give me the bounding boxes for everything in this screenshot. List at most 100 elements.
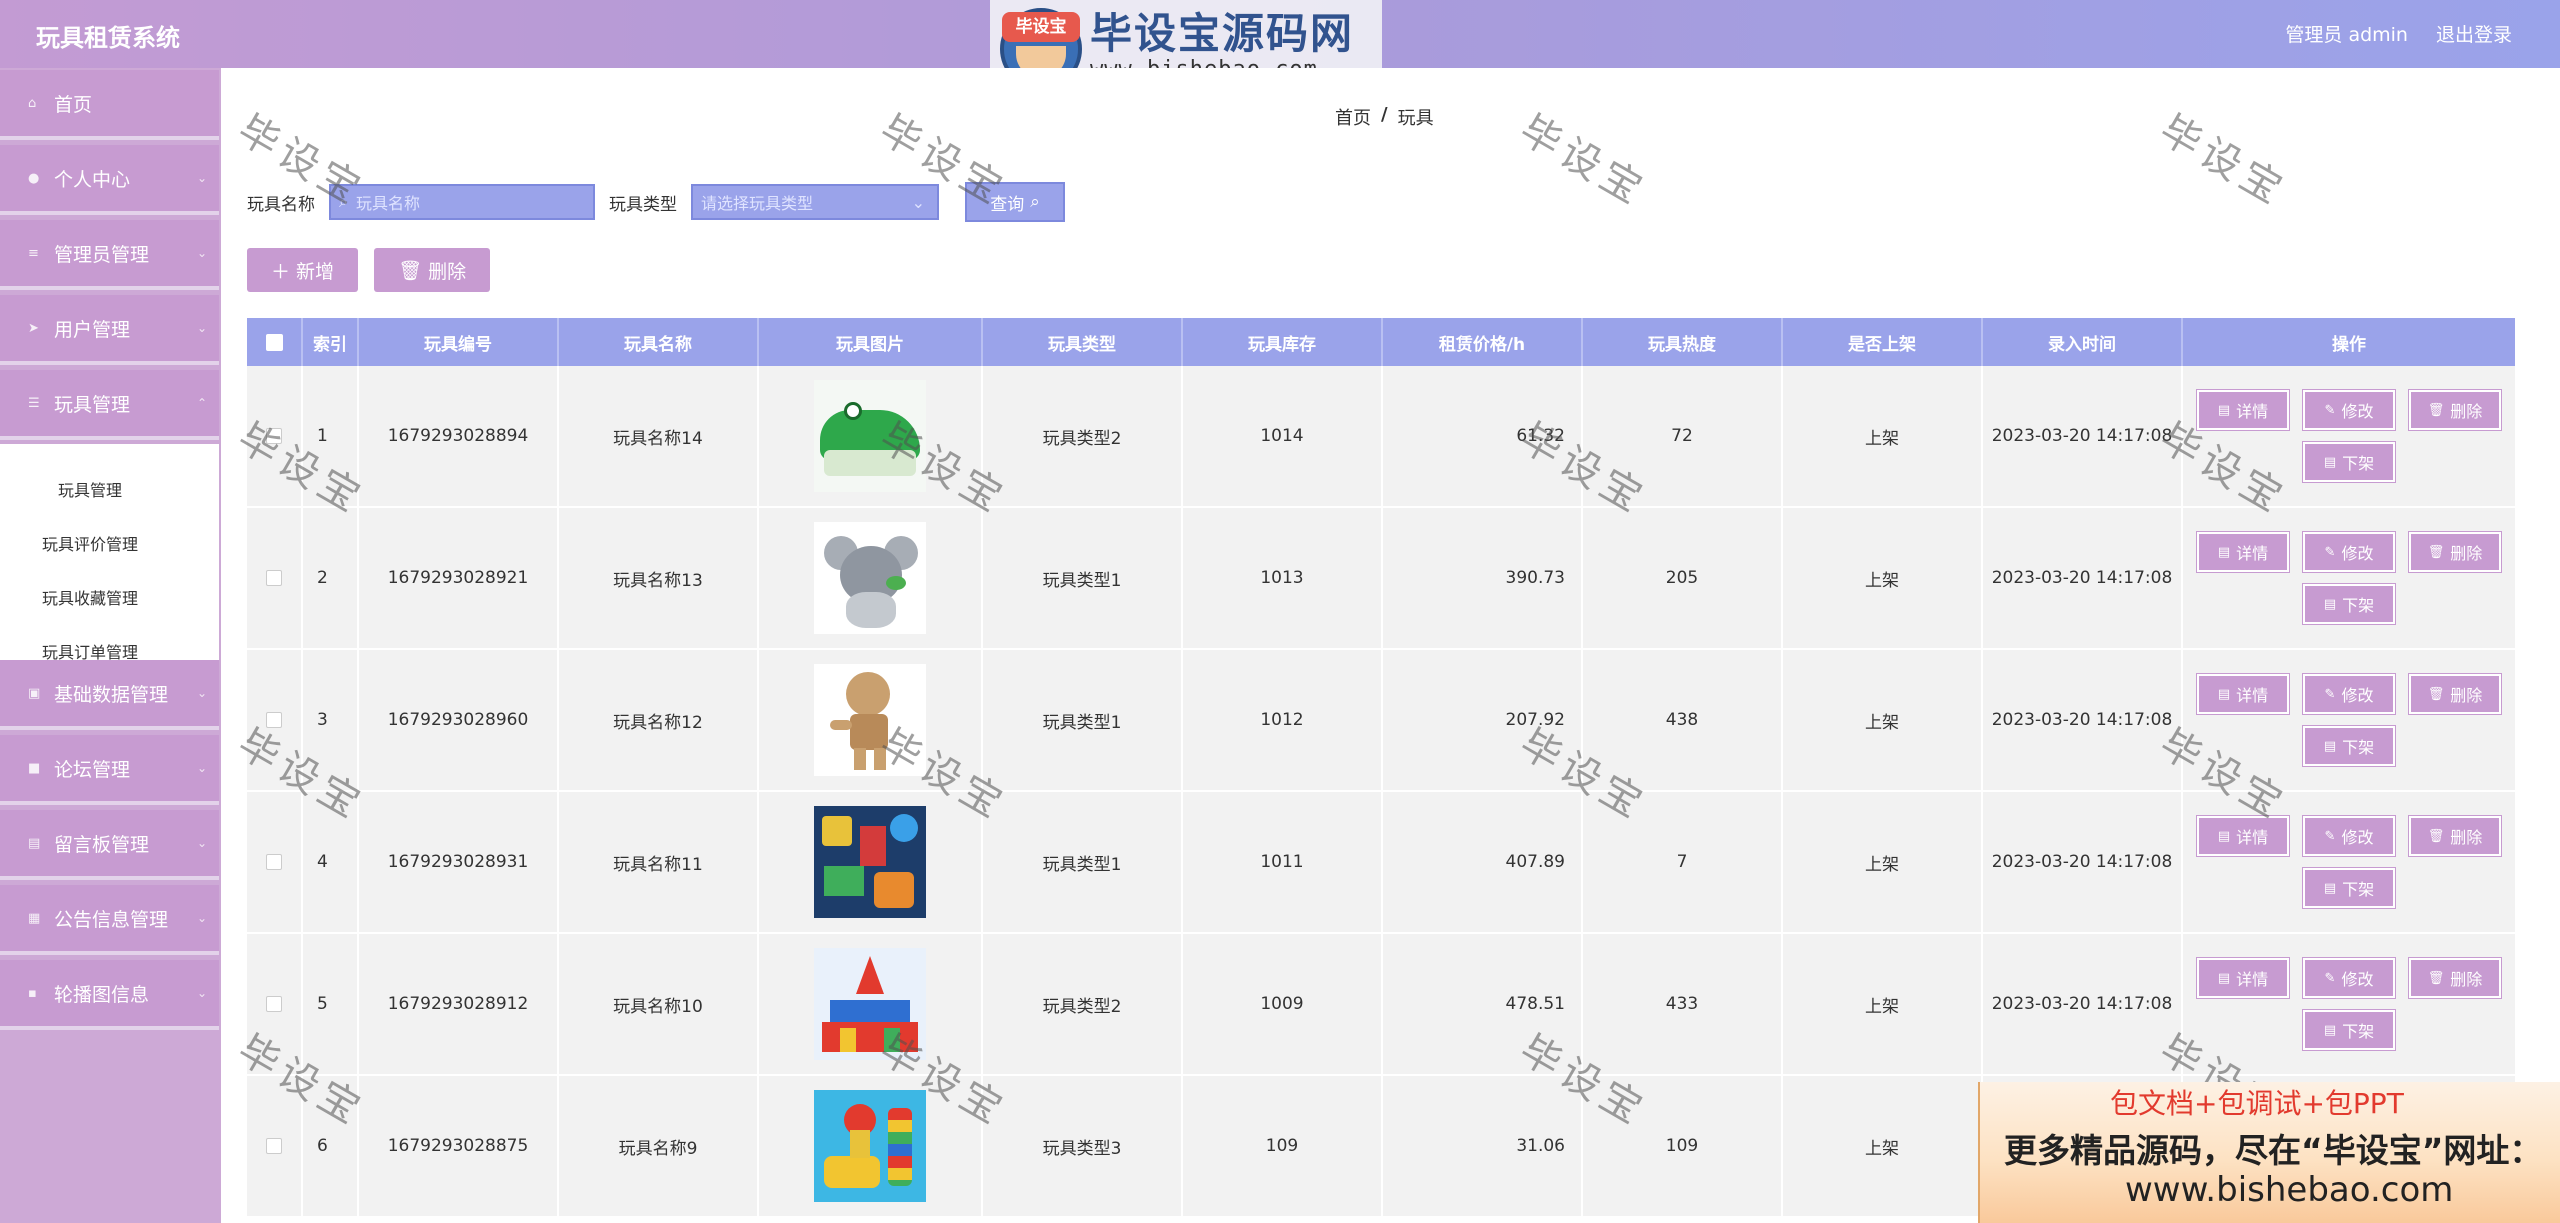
row-checkbox[interactable] [266,712,282,728]
sidebar-item-label: 留言板管理 [54,833,150,856]
doc-icon: ▤ [2323,1022,2337,1038]
toy-stock: 109 [1183,1076,1383,1216]
edit-button[interactable]: ✎ 修改 [2302,673,2396,715]
sidebar-item-messages[interactable]: ▤ 留言板管理 ⌄ [0,810,219,880]
breadcrumb-home[interactable]: 首页 [1335,104,1371,130]
sidebar-item-carousel[interactable]: ▪ 轮播图信息 ⌄ [0,960,219,1030]
toy-stock: 1011 [1183,792,1383,932]
toy-code: 1679293028921 [359,508,559,648]
row-actions: ▤ 详情 ✎ 修改 🗑 删除 ▤ 下架 [2183,934,2515,1074]
toy-name-input[interactable]: ⌕ 玩具名称 [329,184,595,220]
table-row: 4 1679293028931 玩具名称11 玩具类型1 1011 407.89 7 上架 20… [247,792,2515,934]
sidebar: ⌂ 首页 ● 个人中心 ⌄ ≡ 管理员管理 ⌄ ➤ 用户管理 ⌄ ☰ 玩具管理 … [0,68,221,1223]
detail-button-label: 详情 [2236,686,2269,705]
toy-image-toy-pile[interactable] [814,806,926,918]
edit-button-label: 修改 [2341,544,2374,563]
entry-time: 2023-03-20 14:17:08 [1983,508,2183,648]
toy-type: 玩具类型1 [983,508,1183,648]
edit-button[interactable]: ✎ 修改 [2302,389,2396,431]
sidebar-item-personal[interactable]: ● 个人中心 ⌄ [0,145,219,215]
detail-button[interactable]: ▤ 详情 [2196,389,2290,431]
row-checkbox[interactable] [266,854,282,870]
toy-image-cell [759,650,983,790]
row-index: 1 [303,366,359,506]
delete-icon: ▣ [28,685,41,701]
toy-code: 1679293028894 [359,366,559,506]
table-row: 5 1679293028912 玩具名称10 玩具类型2 1009 478.51 433 上架… [247,934,2515,1076]
submenu-item-favorites[interactable]: 玩具收藏管理 [0,572,219,622]
toy-type-select[interactable]: 请选择玩具类型 ⌄ [691,184,939,220]
column-header: 录入时间 [1983,318,2183,366]
offshelf-button[interactable]: ▤ 下架 [2302,441,2396,483]
promo-line-3: www.bishebao.com [2125,1170,2454,1210]
logout-link[interactable]: 退出登录 [2436,20,2512,47]
row-checkbox[interactable] [266,1138,282,1154]
sidebar-item-label: 公告信息管理 [54,908,169,931]
sidebar-item-basic-data[interactable]: ▣ 基础数据管理 ⌄ [0,660,219,730]
search-icon: ⌕ [1030,192,1040,212]
sidebar-item-label: 论坛管理 [54,758,131,781]
chevron-down-icon: ⌄ [196,986,207,1000]
add-button[interactable]: ＋ 新增 [247,248,359,292]
edit-button-label: 修改 [2341,970,2374,989]
submenu-item-reviews[interactable]: 玩具评价管理 [0,518,219,568]
row-select-cell [247,366,303,506]
toy-image-wooden-doll[interactable] [814,664,926,776]
toy-type: 玩具类型1 [983,792,1183,932]
sidebar-item-toys[interactable]: ☰ 玩具管理 ⌃ [0,370,219,440]
delete-button[interactable]: 🗑 删除 [2408,531,2502,573]
toy-image-crocodile[interactable] [814,380,926,492]
offshelf-button[interactable]: ▤ 下架 [2302,1009,2396,1051]
offshelf-button[interactable]: ▤ 下架 [2302,583,2396,625]
offshelf-button[interactable]: ▤ 下架 [2302,867,2396,909]
offshelf-button[interactable]: ▤ 下架 [2302,725,2396,767]
shelf-status: 上架 [1783,366,1983,506]
sidebar-item-notices[interactable]: ▦ 公告信息管理 ⌄ [0,885,219,955]
doc-icon: ▤ [2323,454,2337,470]
offshelf-button-label: 下架 [2342,454,2375,473]
detail-button[interactable]: ▤ 详情 [2196,673,2290,715]
doc-icon: ▤ [2217,686,2231,702]
chevron-down-icon: ⌄ [196,171,207,185]
grid-icon: ▦ [28,910,41,926]
edit-button[interactable]: ✎ 修改 [2302,957,2396,999]
toy-stock: 1012 [1183,650,1383,790]
delete-button[interactable]: 🗑 删除 [2408,957,2502,999]
toy-heat: 7 [1583,792,1783,932]
offshelf-button-label: 下架 [2342,596,2375,615]
delete-button[interactable]: 🗑 删除 [2408,815,2502,857]
submenu-item-toys[interactable]: 玩具管理 [0,464,219,514]
promo-line-2: 更多精品源码，尽在“毕设宝”网址： [2004,1131,2543,1170]
row-index: 4 [303,792,359,932]
table-header: 索引 玩具编号 玩具名称 玩具图片 玩具类型 玩具库存 租赁价格/h 玩具热度 … [247,318,2515,366]
offshelf-button-label: 下架 [2342,1022,2375,1041]
toy-image-cell [759,1076,983,1216]
table-row: 3 1679293028960 玩具名称12 玩具类型1 1012 207.92 438 上架… [247,650,2515,792]
select-all-checkbox[interactable] [265,333,283,351]
detail-button[interactable]: ▤ 详情 [2196,815,2290,857]
toy-image-block-castle[interactable] [814,948,926,1060]
row-checkbox[interactable] [266,996,282,1012]
detail-button[interactable]: ▤ 详情 [2196,957,2290,999]
select-all-cell [247,318,303,366]
row-checkbox[interactable] [266,428,282,444]
edit-icon: ✎ [2324,686,2336,702]
row-checkbox[interactable] [266,570,282,586]
sidebar-item-home[interactable]: ⌂ 首页 [0,70,219,140]
admin-label[interactable]: 管理员 admin [2285,20,2408,47]
sidebar-item-users[interactable]: ➤ 用户管理 ⌄ [0,295,219,365]
detail-button[interactable]: ▤ 详情 [2196,531,2290,573]
trash-icon: 🗑 [2427,686,2445,702]
bulk-delete-button[interactable]: 🗑 删除 [374,248,491,292]
toy-image-koala[interactable] [814,522,926,634]
delete-button[interactable]: 🗑 删除 [2408,389,2502,431]
sidebar-item-forum[interactable]: ■ 论坛管理 ⌄ [0,735,219,805]
sidebar-item-admins[interactable]: ≡ 管理员管理 ⌄ [0,220,219,290]
delete-button[interactable]: 🗑 删除 [2408,673,2502,715]
search-button[interactable]: 查询 ⌕ [965,182,1065,222]
edit-button[interactable]: ✎ 修改 [2302,815,2396,857]
edit-button[interactable]: ✎ 修改 [2302,531,2396,573]
column-header: 是否上架 [1783,318,1983,366]
toy-image-stacking-toy[interactable] [814,1090,926,1202]
send-icon: ➤ [28,320,39,336]
